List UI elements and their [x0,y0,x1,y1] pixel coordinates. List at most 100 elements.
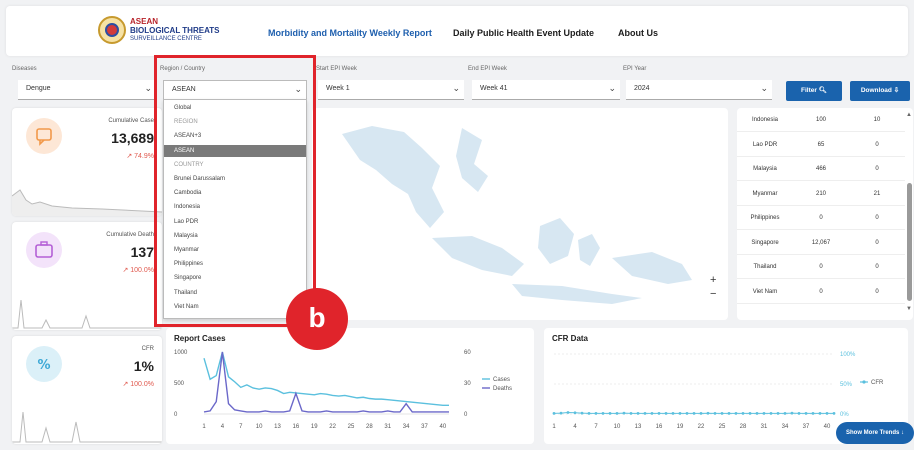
table-row[interactable]: Thailand 0 0 [737,255,905,279]
cfr-data-point [657,412,661,415]
right-tick-label: 30 [464,381,471,387]
start-week-label: Start EPI Week [316,66,357,72]
x-tick-label: 40 [440,424,447,430]
chevron-down-icon: ⌄ [760,83,768,93]
country-table: Indonesia 100 10 Lao PDR 65 0 Malaysia 466 0 Myan… [737,108,913,320]
report-chart-svg: 1000 500 0 60 30 0 1 4 7 10 13 16 19 22 25 28 31 34 37 40 Ca… [174,350,512,430]
legend-label: Cases [493,377,510,383]
left-tick-label: 1000 [174,350,188,356]
x-tick-label: 19 [311,424,318,430]
card-value: 137 [130,244,154,260]
deaths-series-line [203,351,449,413]
start-week-select[interactable]: Week 1 ⌄ [318,80,464,100]
logo-line-3: SURVEILLANCE CENTRE [130,36,202,42]
left-tick-label: 500 [174,381,185,387]
diseases-select[interactable]: Dengue ⌄ [18,80,156,100]
x-tick-label: 31 [761,424,768,430]
x-tick-label: 22 [329,424,336,430]
epi-year-select[interactable]: 2024 ⌄ [626,80,772,100]
cfr-data-point [608,412,612,415]
cfr-data-point [594,412,598,415]
diseases-value: Dengue [26,85,51,92]
table-row[interactable]: Indonesia 100 10 [737,108,905,132]
cfr-data-point [601,412,605,415]
country-cell: Viet Nam [752,288,778,295]
cfr-data-point [678,412,682,415]
left-tick-label: 0 [174,412,178,418]
start-week-value: Week 1 [326,85,350,92]
card-change: ↗ 74.9% [126,153,154,160]
filter-button[interactable]: Filter 🔍︎ [786,81,842,101]
site-logo-text[interactable]: ASEAN BIOLOGICAL THREATS SURVEILLANCE CE… [130,17,219,44]
table-row[interactable]: Philippines 0 0 [737,206,905,230]
cfr-data-point [566,411,570,414]
deaths-cell: 0 [875,264,879,270]
chevron-down-icon: ⌄ [608,83,616,93]
nav-daily-update[interactable]: Daily Public Health Event Update [453,28,594,38]
nav-morbidity-report[interactable]: Morbidity and Mortality Weekly Report [268,28,432,38]
cfr-data-point [699,412,703,415]
country-cell: Indonesia [751,117,779,123]
asean-map[interactable]: + − [312,108,728,320]
arrow-down-icon: ↓ [901,430,904,436]
cfr-data-point [741,412,745,415]
download-button[interactable]: Download ⇩ [850,81,910,101]
cfr-data-point [706,411,710,415]
map-svg [342,126,692,304]
cases-cell: 65 [817,141,825,148]
country-cell: Philippines [750,215,780,221]
x-tick-label: 37 [803,424,810,430]
cfr-data-point [622,411,626,415]
chevron-down-icon: ⌄ [452,83,460,93]
cfr-data-point [776,412,780,415]
asean-emblem-logo[interactable] [98,16,126,44]
epi-year-label: EPI Year [623,66,647,72]
x-tick-label: 28 [366,424,373,430]
table-row[interactable]: Malaysia 466 0 [737,157,905,181]
deaths-cell: 10 [873,117,881,123]
table-row[interactable]: Viet Nam 0 0 [737,280,905,304]
table-row[interactable]: Myanmar 210 21 [737,182,905,206]
cfr-data-point [720,412,724,415]
cfr-data-point [559,411,563,415]
x-tick-label: 13 [274,424,281,430]
table-row[interactable]: Singapore 12,067 0 [737,231,905,255]
table-scrollbar[interactable] [907,183,912,301]
deaths-cell: 0 [875,288,879,295]
cases-cell: 466 [815,166,826,172]
card-value: 1% [133,358,154,374]
legend-label: Deaths [493,386,512,392]
cfr-data-point [587,412,591,415]
scroll-up-icon[interactable]: ▲ [906,112,912,118]
card-value: 13,689 [111,130,154,146]
right-tick-label: 0 [464,412,468,418]
end-week-value: Week 41 [480,85,508,92]
x-tick-label: 7 [594,424,598,430]
cfr-data-point [804,412,808,415]
x-tick-label: 16 [656,424,663,430]
top-header: ASEAN BIOLOGICAL THREATS SURVEILLANCE CE… [6,6,908,56]
table-row[interactable]: Lao PDR 65 0 [737,133,905,157]
zoom-out-button[interactable]: − [710,288,716,300]
cfr-card: % CFR 1% ↗ 100.0% [12,336,162,444]
x-tick-label: 16 [293,424,300,430]
right-tick-label: 60 [464,350,471,356]
x-tick-label: 34 [403,424,410,430]
briefcase-icon [26,232,62,268]
diseases-label: Diseases [12,66,37,72]
cfr-data-point [790,411,794,415]
cases-cell: 0 [819,264,823,270]
annotation-label-b: b [286,288,348,350]
scroll-down-icon[interactable]: ▼ [906,306,912,312]
cfr-data-point [643,412,647,415]
annotation-highlight-box [154,55,316,327]
zoom-in-button[interactable]: + [710,274,716,286]
end-week-select[interactable]: Week 41 ⌄ [472,80,620,100]
deaths-cell: 0 [875,239,879,246]
nav-about-us[interactable]: About Us [618,28,658,38]
chevron-down-icon: ⌄ [144,83,152,93]
cfr-data-point [825,412,829,415]
end-week-label: End EPI Week [468,66,507,72]
show-more-trends-button[interactable]: Show More Trends ↓ [836,422,914,444]
country-cell: Myanmar [752,190,778,197]
